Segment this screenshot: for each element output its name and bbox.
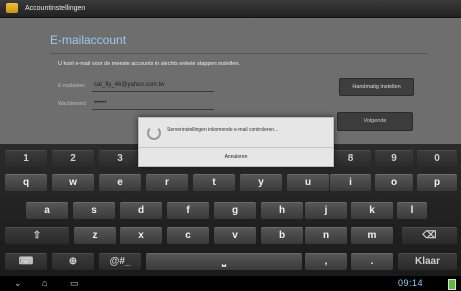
- space-icon: ⎵: [222, 256, 226, 267]
- password-label: Wachtwoord: [58, 101, 86, 107]
- key-8[interactable]: 8: [330, 150, 371, 167]
- key-b[interactable]: b: [261, 227, 303, 244]
- settings-app-icon: [6, 3, 18, 13]
- key-c[interactable]: c: [167, 227, 209, 244]
- key-k[interactable]: k: [351, 202, 393, 219]
- key-u[interactable]: u: [287, 174, 329, 191]
- page-title: E-mailaccount: [50, 33, 127, 47]
- symbols-key[interactable]: @#_: [99, 253, 141, 270]
- key-h[interactable]: h: [261, 202, 303, 219]
- heading-divider: [50, 53, 428, 54]
- comma-key[interactable]: ,: [305, 253, 347, 270]
- space-key[interactable]: ⎵: [146, 253, 302, 270]
- shift-key[interactable]: ⇧: [5, 227, 69, 244]
- globe-icon: ⊕: [68, 256, 78, 267]
- backspace-icon: ⌫: [422, 230, 437, 241]
- period-key[interactable]: .: [351, 253, 393, 270]
- key-y[interactable]: y: [240, 174, 282, 191]
- email-field[interactable]: cat_fly_46@yahoo.com.tw: [92, 80, 214, 92]
- key-0[interactable]: 0: [417, 150, 457, 167]
- key-f[interactable]: f: [167, 202, 209, 219]
- status-clock: 09:14: [398, 278, 424, 288]
- key-i[interactable]: i: [330, 174, 371, 191]
- key-p[interactable]: p: [417, 174, 457, 191]
- key-e[interactable]: e: [99, 174, 141, 191]
- keyboard-settings-key[interactable]: ⌨: [5, 253, 47, 270]
- key-x[interactable]: x: [120, 227, 162, 244]
- done-key[interactable]: Klaar: [398, 253, 457, 270]
- key-o[interactable]: o: [375, 174, 413, 191]
- key-n[interactable]: n: [305, 227, 347, 244]
- keyboard-icon: ⌨: [18, 256, 34, 267]
- key-z[interactable]: z: [74, 227, 116, 244]
- key-1[interactable]: 1: [5, 150, 47, 167]
- key-g[interactable]: g: [214, 202, 256, 219]
- battery-icon: [448, 279, 456, 290]
- shift-icon: ⇧: [32, 230, 42, 241]
- dialog-message: Serverinstellingen inkomende e-mail cont…: [167, 127, 279, 133]
- key-3[interactable]: 3: [99, 150, 141, 167]
- key-2[interactable]: 2: [52, 150, 94, 167]
- back-icon[interactable]: ⌄: [14, 278, 22, 289]
- key-m[interactable]: m: [351, 227, 393, 244]
- next-button[interactable]: Volgende: [337, 112, 413, 131]
- title-bar: Accountinstellingen: [0, 0, 461, 18]
- key-v[interactable]: v: [214, 227, 256, 244]
- key-a[interactable]: a: [26, 202, 68, 219]
- key-t[interactable]: t: [193, 174, 235, 191]
- key-w[interactable]: w: [52, 174, 94, 191]
- window-title: Accountinstellingen: [25, 5, 86, 12]
- key-s[interactable]: s: [73, 202, 115, 219]
- home-icon[interactable]: ⌂: [42, 278, 47, 289]
- key-j[interactable]: j: [305, 202, 347, 219]
- language-key[interactable]: ⊕: [52, 253, 94, 270]
- progress-dialog: Serverinstellingen inkomende e-mail cont…: [138, 117, 334, 167]
- manual-setup-button[interactable]: Handmatig instellen: [339, 78, 414, 96]
- key-r[interactable]: r: [146, 174, 188, 191]
- key-l[interactable]: l: [397, 202, 427, 219]
- loading-spinner-icon: [147, 126, 161, 140]
- recent-apps-icon[interactable]: ▭: [70, 278, 79, 289]
- backspace-key[interactable]: ⌫: [402, 227, 457, 244]
- email-label: E-mailadres: [58, 83, 85, 89]
- key-q[interactable]: q: [5, 174, 47, 191]
- cancel-button[interactable]: Annuleren: [139, 148, 333, 166]
- password-field[interactable]: ••••••: [92, 98, 214, 110]
- system-bar: ⌄ ⌂ ▭ 09:14: [0, 276, 461, 291]
- key-d[interactable]: d: [120, 202, 162, 219]
- key-9[interactable]: 9: [375, 150, 413, 167]
- intro-text: U kunt e-mail voor de meeste accounts in…: [58, 61, 240, 67]
